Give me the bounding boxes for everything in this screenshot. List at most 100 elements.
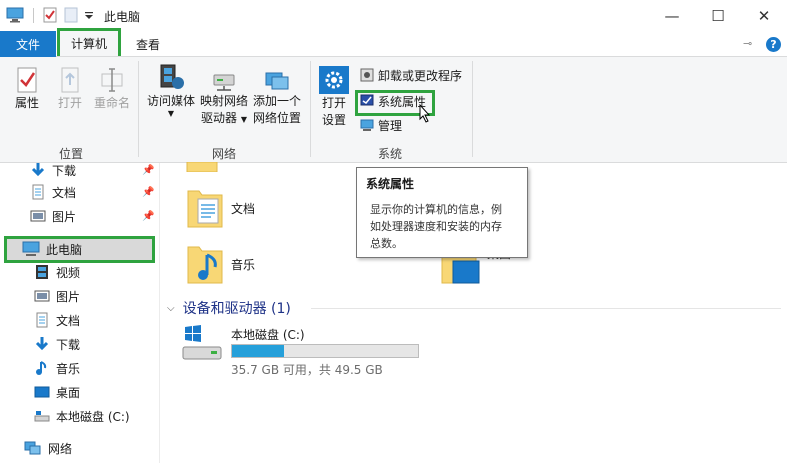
nav-item-documents-quick[interactable]: 文档 📌 (30, 181, 154, 203)
folder-music[interactable]: 音乐 (185, 241, 255, 287)
folder-partial[interactable] (185, 162, 225, 172)
rename-icon (101, 68, 123, 92)
open-settings-label-1: 打开 (321, 96, 346, 110)
map-drive-label-1: 映射网络 (199, 94, 248, 108)
help-icon[interactable]: ? (766, 37, 781, 52)
document-icon (36, 312, 48, 328)
new-folder-quick-icon[interactable] (64, 7, 78, 23)
nav-item-videos[interactable]: 视频 (34, 261, 80, 283)
nav-label: 本地磁盘 (C:) (56, 409, 130, 424)
access-media-label: 访问媒体 (146, 94, 195, 108)
nav-item-network[interactable]: 网络 (24, 437, 72, 459)
group-separator (138, 61, 139, 157)
uninstall-label: 卸载或更改程序 (378, 68, 463, 83)
map-drive-label-2: 驱动器 ▼ (201, 111, 247, 125)
nav-item-pictures[interactable]: 图片 (34, 285, 80, 307)
pictures-icon (34, 290, 50, 302)
settings-gear-icon (319, 66, 349, 94)
folder-documents[interactable]: 文档 (185, 185, 255, 231)
add-location-label-2: 网络位置 (252, 111, 301, 125)
add-network-location-button[interactable]: 添加一个 网络位置 (251, 71, 303, 127)
nav-label: 图片 (52, 209, 77, 224)
manage-button[interactable]: 管理 (360, 115, 402, 135)
tab-view[interactable]: 查看 (126, 31, 170, 57)
maximize-button[interactable]: ☐ (695, 0, 741, 31)
devices-header-label: 设备和驱动器 (1) (182, 301, 291, 317)
network-location-icon (265, 72, 289, 90)
mouse-cursor-icon (419, 104, 431, 123)
nav-label: 下载 (52, 163, 77, 178)
nav-item-this-pc[interactable]: 此电脑 (22, 238, 82, 260)
network-icon (24, 441, 41, 455)
tooltip-line: 显示你的计算机的信息，例 (370, 203, 502, 216)
ribbon-pin-icon[interactable]: ⊸ (743, 37, 752, 50)
nav-label: 此电脑 (46, 242, 83, 257)
nav-item-local-disk[interactable]: 本地磁盘 (C:) (34, 405, 130, 427)
ribbon-tab-row: 文件 计算机 查看 ⊸ ? (0, 28, 787, 57)
chevron-down-icon[interactable]: ⌵ (167, 303, 175, 314)
hard-drive-icon (182, 325, 222, 360)
nav-item-downloads-quick[interactable]: 下载 📌 (30, 159, 154, 181)
nav-item-music[interactable]: 音乐 (34, 357, 80, 379)
network-drive-icon (213, 74, 235, 91)
nav-item-pictures-quick[interactable]: 图片 📌 (30, 205, 154, 227)
open-settings-button[interactable]: 打开 设置 (316, 65, 352, 129)
nav-label: 网络 (48, 441, 73, 456)
nav-item-desktop[interactable]: 桌面 (34, 381, 80, 403)
rename-label: 重命名 (93, 96, 130, 110)
dropdown-arrow-icon: ▼ (240, 115, 247, 124)
nav-label: 图片 (56, 289, 81, 304)
nav-item-documents[interactable]: 文档 (34, 309, 80, 331)
document-icon (32, 184, 44, 200)
ribbon: 属性 打开 重命名 位置 访问媒体 ▼ 映射网络 驱动器 ▼ 添加一个 网络位置… (0, 57, 787, 163)
group-separator (472, 61, 473, 157)
properties-label: 属性 (14, 96, 39, 110)
computer-icon (22, 241, 40, 256)
uninstall-icon (360, 68, 374, 82)
system-properties-tooltip: 系统属性 显示你的计算机的信息，例 如处理器速度和安装的内存 总数。 (356, 167, 528, 258)
properties-quick-icon[interactable] (42, 7, 58, 23)
computer-icon (6, 7, 24, 23)
access-media-button[interactable]: 访问媒体 ▼ (145, 63, 197, 118)
tooltip-title: 系统属性 (366, 177, 415, 191)
nav-item-downloads[interactable]: 下载 (34, 333, 80, 355)
drive-capacity-info: 35.7 GB 可用，共 49.5 GB (231, 363, 383, 377)
tab-computer[interactable]: 计算机 (57, 28, 121, 56)
add-location-label-1: 添加一个 (252, 94, 301, 108)
pin-icon[interactable]: 📌 (142, 211, 154, 222)
music-folder-icon (187, 246, 223, 284)
folder-label: 音乐 (231, 257, 256, 272)
folder-icon (186, 162, 218, 172)
media-icon (160, 64, 184, 89)
close-button[interactable]: ✕ (741, 0, 787, 31)
rename-button[interactable]: 重命名 (92, 65, 132, 112)
group-separator (310, 61, 311, 157)
drive-c[interactable] (181, 323, 225, 370)
nav-label: 视频 (56, 265, 81, 280)
manage-icon (360, 119, 374, 131)
pictures-icon (30, 210, 46, 222)
open-button[interactable]: 打开 (54, 65, 86, 112)
minimize-button[interactable]: — (649, 0, 695, 31)
properties-button[interactable]: 属性 (10, 65, 44, 112)
drive-icon (34, 411, 50, 422)
devices-section-header[interactable]: ⌵ 设备和驱动器 (1) (167, 298, 291, 318)
group-label-system: 系统 (378, 147, 403, 161)
folder-label: 文档 (231, 201, 256, 216)
pin-icon[interactable]: 📌 (142, 165, 154, 176)
uninstall-program-button[interactable]: 卸载或更改程序 (360, 65, 462, 85)
tooltip-body: 显示你的计算机的信息，例 如处理器速度和安装的内存 总数。 (366, 201, 518, 252)
properties-icon (17, 67, 37, 93)
toolbar-separator (33, 8, 34, 23)
nav-label: 文档 (56, 313, 81, 328)
nav-label: 文档 (52, 185, 77, 200)
pin-icon[interactable]: 📌 (142, 187, 154, 198)
drive-name: 本地磁盘 (C:) (231, 328, 305, 342)
video-icon (36, 265, 48, 279)
documents-folder-icon (187, 190, 223, 228)
customize-toolbar-icon[interactable] (85, 12, 95, 20)
drive-usage-bar (231, 344, 419, 358)
title-bar: 此电脑 — ☐ ✕ (0, 0, 787, 31)
map-network-drive-button[interactable]: 映射网络 驱动器 ▼ (198, 71, 250, 128)
tab-file[interactable]: 文件 (0, 31, 56, 57)
